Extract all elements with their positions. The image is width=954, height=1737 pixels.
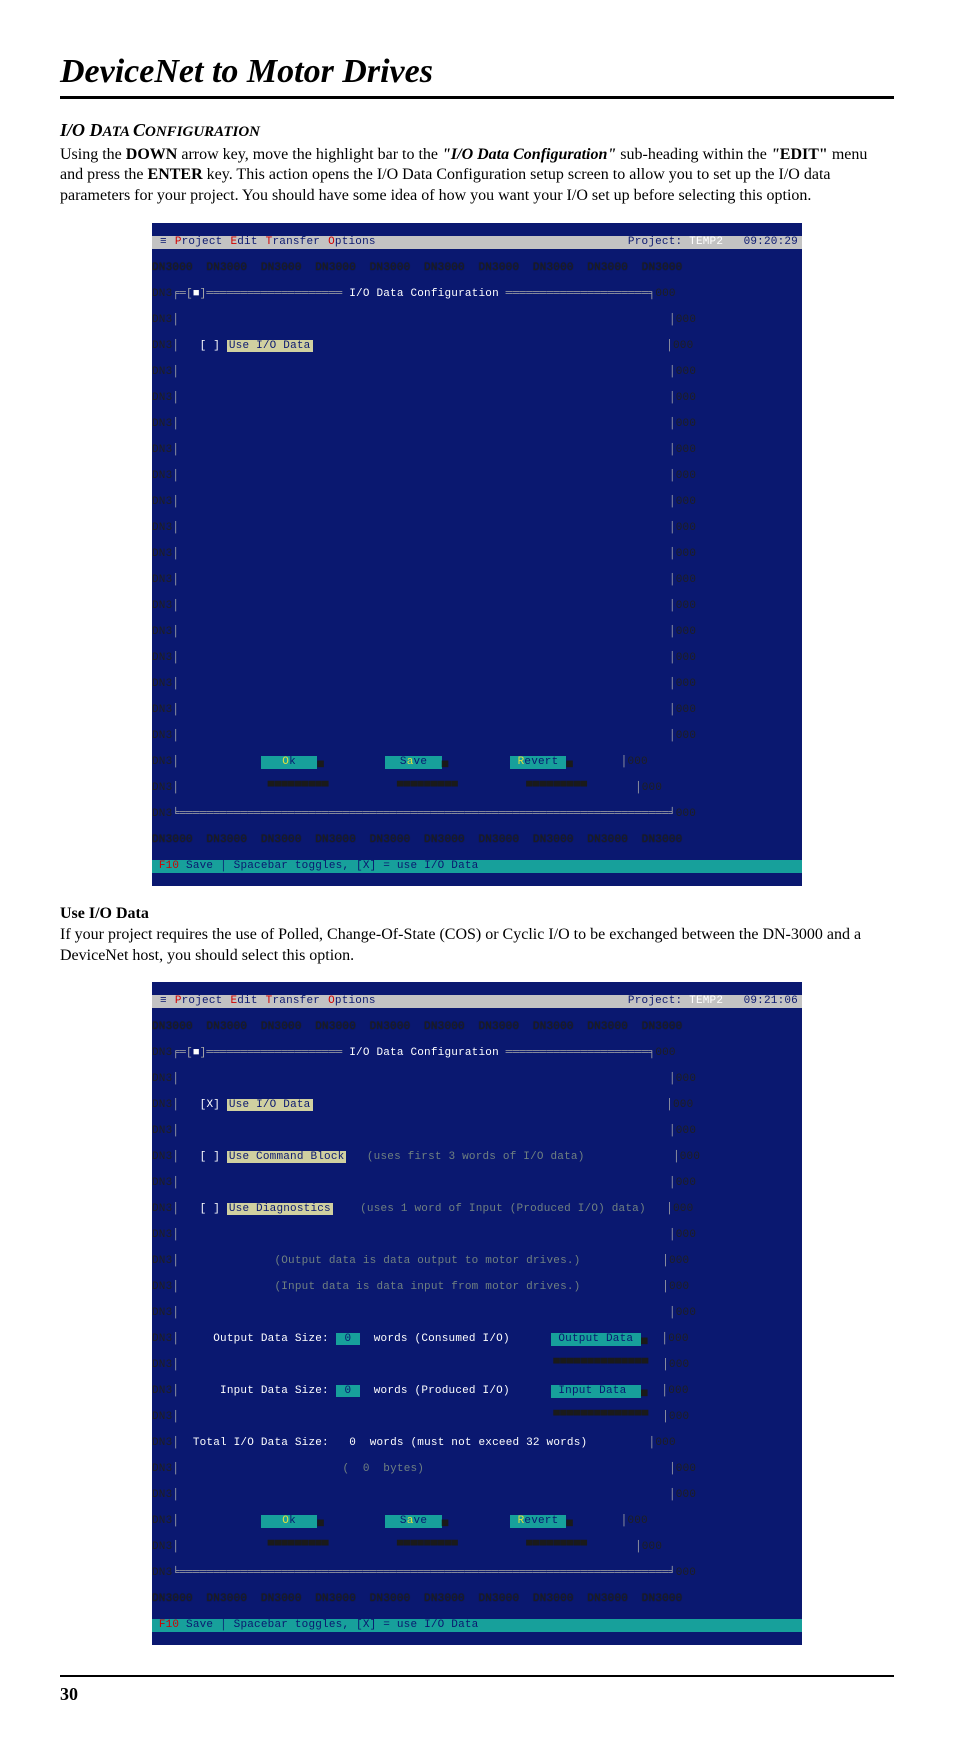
menu-transfer[interactable]: Transfer (262, 236, 324, 249)
menu-sys[interactable]: ≡ (156, 236, 171, 249)
clock: 09:21:06 (744, 995, 798, 1008)
page-footer: 30 (60, 1675, 894, 1707)
project-name: TEMP2 (689, 236, 723, 248)
use-io-checkbox[interactable]: [X] (200, 1099, 220, 1111)
input-data-button[interactable]: Input Data (551, 1385, 641, 1398)
use-diag-checkbox[interactable]: [ ] (200, 1203, 220, 1215)
menu-sys[interactable]: ≡ (156, 995, 171, 1008)
intro-paragraph: Using the DOWN arrow key, move the highl… (60, 145, 894, 207)
menu-transfer[interactable]: Transfer (262, 995, 324, 1008)
input-size-label: Input Data Size: (220, 1385, 329, 1397)
output-data-button[interactable]: Output Data (551, 1333, 641, 1346)
use-cmd-checkbox[interactable]: [ ] (200, 1151, 220, 1163)
use-io-checkbox[interactable]: [ ] (200, 340, 220, 352)
output-size-label: Output Data Size: (213, 1333, 329, 1345)
terminal-screenshot-1: ≡ProjectEditTransferOptions Project: TEM… (152, 223, 802, 886)
terminal-screenshot-2: ≡ProjectEditTransferOptions Project: TEM… (152, 982, 802, 1645)
menu-edit[interactable]: Edit (226, 995, 261, 1008)
menu-options[interactable]: Options (324, 236, 380, 249)
input-size-field[interactable]: 0 (336, 1385, 360, 1397)
menu-edit[interactable]: Edit (226, 236, 261, 249)
dialog-title: I/O Data Configuration (349, 288, 499, 300)
sub-heading: Use I/O Data (60, 904, 894, 925)
ok-button[interactable]: Ok (261, 756, 317, 769)
menu-project[interactable]: Project (171, 995, 227, 1008)
revert-button[interactable]: Revert (510, 756, 566, 769)
page-title: DeviceNet to Motor Drives (60, 50, 894, 99)
page-number: 30 (60, 1684, 78, 1704)
clock: 09:20:29 (744, 236, 798, 249)
section-heading: I/O DATA CONFIGURATION (60, 119, 894, 143)
use-io-label: Use I/O Data (227, 1099, 313, 1111)
save-button[interactable]: Save (385, 1515, 441, 1528)
status-bar: F10 Save │ Spacebar toggles, [X] = use I… (152, 860, 802, 873)
menu-project[interactable]: Project (171, 236, 227, 249)
ok-button[interactable]: Ok (261, 1515, 317, 1528)
menu-bar: ≡ProjectEditTransferOptions Project: TEM… (152, 995, 802, 1008)
menu-options[interactable]: Options (324, 995, 380, 1008)
use-diag-label: Use Diagnostics (227, 1203, 333, 1215)
paragraph-2: If your project requires the use of Poll… (60, 925, 894, 967)
revert-button[interactable]: Revert (510, 1515, 566, 1528)
menu-bar: ≡ProjectEditTransferOptions Project: TEM… (152, 236, 802, 249)
use-cmd-label: Use Command Block (227, 1151, 347, 1163)
save-button[interactable]: Save (385, 756, 441, 769)
use-io-label: Use I/O Data (227, 340, 313, 352)
total-size-label: Total I/O Data Size: (193, 1437, 329, 1449)
output-size-field[interactable]: 0 (336, 1333, 360, 1345)
